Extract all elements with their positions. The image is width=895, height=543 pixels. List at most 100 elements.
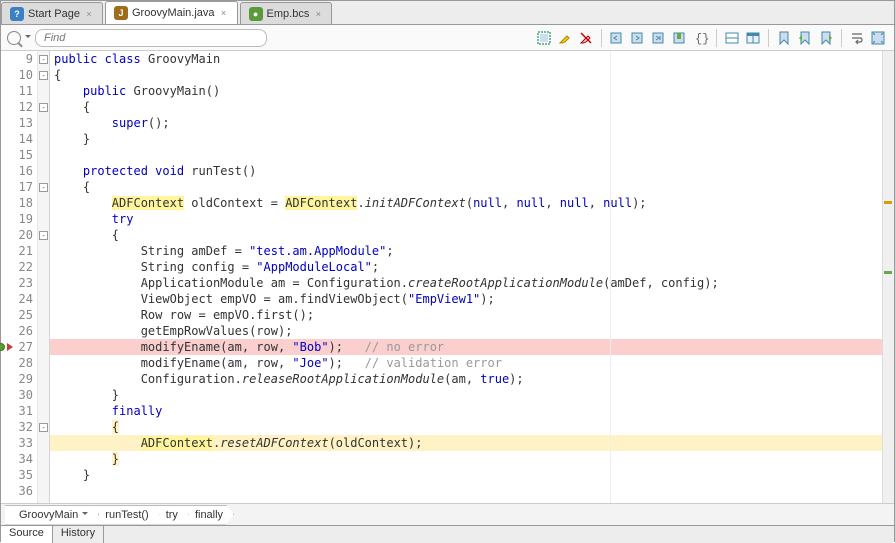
gutter-mark-row[interactable] xyxy=(1,371,13,387)
code-line[interactable]: } xyxy=(50,467,894,483)
gutter-mark-row[interactable] xyxy=(1,419,13,435)
code-line[interactable]: } xyxy=(50,387,894,403)
line-number[interactable]: 17 xyxy=(13,179,33,195)
code-line[interactable]: String config = "AppModuleLocal"; xyxy=(50,259,894,275)
close-icon[interactable]: × xyxy=(219,8,229,18)
gutter-mark-row[interactable] xyxy=(1,435,13,451)
line-number[interactable]: 16 xyxy=(13,163,33,179)
line-number[interactable]: 28 xyxy=(13,355,33,371)
split-v-button[interactable] xyxy=(743,28,763,48)
scroll-mark-warning[interactable] xyxy=(884,201,892,204)
line-number[interactable]: 10 xyxy=(13,67,33,83)
line-number[interactable]: 25 xyxy=(13,307,33,323)
breadcrumb-runtest-[interactable]: runTest() xyxy=(91,505,159,525)
nav-back-button[interactable] xyxy=(607,28,627,48)
fold-toggle[interactable]: - xyxy=(39,103,48,112)
line-number[interactable]: 13 xyxy=(13,115,33,131)
gutter-mark-row[interactable] xyxy=(1,483,13,499)
gutter-mark-row[interactable] xyxy=(1,339,13,355)
tab-groovymain-java[interactable]: JGroovyMain.java× xyxy=(105,1,238,24)
braces-button[interactable]: {} xyxy=(691,28,711,48)
gutter-mark-row[interactable] xyxy=(1,403,13,419)
fold-toggle[interactable]: - xyxy=(39,71,48,80)
code-line[interactable]: { xyxy=(50,419,894,435)
gutter-mark-row[interactable] xyxy=(1,355,13,371)
fold-toggle[interactable]: - xyxy=(39,423,48,432)
code-line[interactable]: getEmpRowValues(row); xyxy=(50,323,894,339)
gutter-mark-row[interactable] xyxy=(1,451,13,467)
code-line[interactable] xyxy=(50,483,894,499)
gutter-mark-row[interactable] xyxy=(1,387,13,403)
bottom-tab-history[interactable]: History xyxy=(53,526,104,543)
close-icon[interactable]: × xyxy=(313,9,323,19)
line-number[interactable]: 14 xyxy=(13,131,33,147)
line-number[interactable]: 20 xyxy=(13,227,33,243)
fold-toggle[interactable]: - xyxy=(39,183,48,192)
fullscreen-button[interactable] xyxy=(868,28,888,48)
gutter-mark-row[interactable] xyxy=(1,131,13,147)
chevron-down-icon[interactable] xyxy=(82,512,88,518)
code-line[interactable]: modifyEname(am, row, "Joe"); // validati… xyxy=(50,355,894,371)
gutter-mark-row[interactable] xyxy=(1,323,13,339)
gutter-mark-row[interactable] xyxy=(1,147,13,163)
bottom-tab-source[interactable]: Source xyxy=(1,526,53,543)
code-line[interactable]: Configuration.releaseRootApplicationModu… xyxy=(50,371,894,387)
code-line[interactable]: super(); xyxy=(50,115,894,131)
clear-highlight-button[interactable] xyxy=(576,28,596,48)
gutter-mark-row[interactable] xyxy=(1,163,13,179)
scroll-mark-breakpoint[interactable] xyxy=(884,271,892,274)
gutter-mark-row[interactable] xyxy=(1,227,13,243)
line-number[interactable]: 36 xyxy=(13,483,33,499)
line-number[interactable]: 11 xyxy=(13,83,33,99)
gutter-mark-row[interactable] xyxy=(1,115,13,131)
gutter-mark-row[interactable] xyxy=(1,67,13,83)
gutter-mark-row[interactable] xyxy=(1,307,13,323)
code-line[interactable]: Row row = empVO.first(); xyxy=(50,307,894,323)
gutter-mark-row[interactable] xyxy=(1,467,13,483)
nav-last-button[interactable] xyxy=(649,28,669,48)
gutter-mark-row[interactable] xyxy=(1,291,13,307)
breadcrumb-groovymain[interactable]: GroovyMain xyxy=(5,505,99,525)
code-area[interactable]: public class GroovyMain{ public GroovyMa… xyxy=(50,51,894,503)
gutter-mark-row[interactable] xyxy=(1,243,13,259)
code-line[interactable]: { xyxy=(50,99,894,115)
gutter-mark-row[interactable] xyxy=(1,195,13,211)
tab-emp-bcs[interactable]: ●Emp.bcs× xyxy=(240,2,333,24)
fold-toggle[interactable]: - xyxy=(39,55,48,64)
code-line[interactable]: protected void runTest() xyxy=(50,163,894,179)
breakpoint-icon[interactable] xyxy=(0,343,5,351)
code-line[interactable]: try xyxy=(50,211,894,227)
bm-prev-button[interactable] xyxy=(795,28,815,48)
code-line[interactable]: ApplicationModule am = Configuration.cre… xyxy=(50,275,894,291)
gutter-mark-row[interactable] xyxy=(1,211,13,227)
scroll-indicator[interactable] xyxy=(882,51,894,503)
line-number[interactable]: 21 xyxy=(13,243,33,259)
tab-start-page[interactable]: ?Start Page× xyxy=(1,2,103,24)
line-number[interactable]: 30 xyxy=(13,387,33,403)
line-number[interactable]: 32 xyxy=(13,419,33,435)
gutter-mark-row[interactable] xyxy=(1,275,13,291)
bookmark-button[interactable] xyxy=(774,28,794,48)
code-line[interactable]: } xyxy=(50,451,894,467)
find-input[interactable] xyxy=(35,29,267,47)
code-line[interactable]: { xyxy=(50,227,894,243)
code-line[interactable]: { xyxy=(50,179,894,195)
code-line[interactable]: public class GroovyMain xyxy=(50,51,894,67)
gutter-mark-row[interactable] xyxy=(1,83,13,99)
gutter-mark-row[interactable] xyxy=(1,99,13,115)
split-h-button[interactable] xyxy=(722,28,742,48)
code-line[interactable]: modifyEname(am, row, "Bob"); // no error xyxy=(50,339,894,355)
line-number[interactable]: 34 xyxy=(13,451,33,467)
line-number[interactable]: 22 xyxy=(13,259,33,275)
line-number[interactable]: 24 xyxy=(13,291,33,307)
line-number[interactable]: 15 xyxy=(13,147,33,163)
line-number[interactable]: 29 xyxy=(13,371,33,387)
fold-toggle[interactable]: - xyxy=(39,231,48,240)
line-number[interactable]: 33 xyxy=(13,435,33,451)
line-number[interactable]: 27 xyxy=(13,339,33,355)
block-select-button[interactable] xyxy=(534,28,554,48)
close-icon[interactable]: × xyxy=(84,9,94,19)
gutter-mark-row[interactable] xyxy=(1,259,13,275)
bm-next-button[interactable] xyxy=(816,28,836,48)
line-number[interactable]: 18 xyxy=(13,195,33,211)
